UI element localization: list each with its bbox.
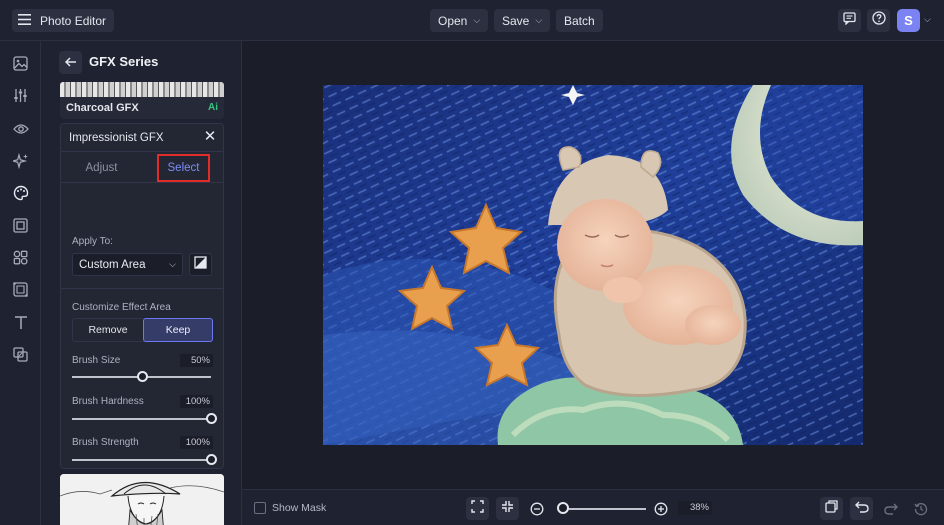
brush-hardness-knob[interactable] [206, 413, 217, 424]
impressionist-gfx-card: Impressionist GFX ✕ Adjust Select Apply … [60, 123, 224, 469]
redo-icon[interactable] [882, 500, 899, 517]
undo-button[interactable] [850, 497, 873, 520]
back-button[interactable] [59, 51, 82, 74]
invert-selection-button[interactable] [189, 253, 212, 276]
compare-icon [825, 499, 838, 518]
palette-icon[interactable] [11, 183, 30, 202]
brush-size-slider[interactable] [72, 371, 211, 382]
sparkle-icon[interactable] [11, 151, 30, 170]
help-icon [871, 11, 886, 30]
frame-icon[interactable] [11, 216, 30, 235]
save-label: Save [502, 13, 530, 28]
texture-icon[interactable] [11, 280, 30, 299]
brush-size-value[interactable]: 50% [180, 354, 213, 367]
zoom-slider-knob[interactable] [557, 502, 569, 514]
overlay-icon[interactable] [11, 345, 30, 364]
apply-to-value: Custom Area [79, 258, 146, 271]
remove-button[interactable]: Remove [73, 319, 143, 341]
account-chevron-icon[interactable]: ⌵ [924, 14, 931, 25]
brush-strength-value[interactable]: 100% [180, 436, 213, 449]
line-art-thumbnail[interactable] [60, 474, 224, 525]
chevron-down-icon: ⌵ [535, 15, 543, 25]
undo-icon [854, 500, 869, 518]
zoom-in-icon[interactable] [652, 500, 669, 517]
feedback-button[interactable] [838, 9, 861, 32]
brush-hardness-label: Brush Hardness [72, 396, 144, 407]
divider [61, 288, 223, 289]
avatar-initial: S [904, 13, 913, 28]
brush-size-knob[interactable] [136, 371, 148, 382]
panel-title: GFX Series [89, 54, 159, 69]
fit-screen-icon [471, 499, 484, 518]
tab-select[interactable]: Select [157, 154, 210, 182]
crop-compare-button[interactable] [820, 497, 843, 520]
charcoal-thumbnail[interactable] [60, 82, 224, 97]
tab-adjust[interactable]: Adjust [61, 153, 142, 182]
batch-label: Batch [564, 13, 595, 28]
show-mask-label: Show Mask [272, 502, 327, 514]
canvas-area[interactable] [242, 41, 944, 489]
zoom-out-icon[interactable] [528, 500, 545, 517]
invert-icon [194, 255, 207, 274]
actual-size-button[interactable] [496, 497, 519, 520]
tool-rail [0, 41, 41, 525]
app-title: Photo Editor [40, 13, 107, 28]
brush-size-label: Brush Size [72, 355, 121, 366]
sliders-icon[interactable] [11, 86, 30, 105]
effect-area-toggle: Remove Keep [72, 318, 213, 342]
brush-hardness-value[interactable]: 100% [180, 395, 213, 408]
elements-icon[interactable] [11, 248, 30, 267]
zoom-value[interactable]: 38% [678, 501, 712, 515]
arrow-left-icon [64, 54, 77, 72]
ai-badge: Ai [208, 102, 218, 113]
history-icon[interactable] [912, 500, 929, 517]
apply-to-label: Apply To: [72, 236, 113, 247]
close-icon[interactable]: ✕ [203, 129, 217, 145]
fit-screen-button[interactable] [466, 497, 489, 520]
open-menu-button[interactable]: Open ⌵ [430, 9, 489, 32]
brush-strength-knob[interactable] [206, 454, 217, 465]
batch-button[interactable]: Batch [556, 9, 603, 32]
avatar[interactable]: S [897, 9, 920, 32]
effects-panel: GFX Series Charcoal GFX Ai Impressionist… [41, 41, 242, 525]
apply-to-dropdown[interactable]: Custom Area ⌵ [72, 253, 183, 276]
chevron-down-icon: ⌵ [473, 15, 481, 25]
brush-hardness-slider[interactable] [72, 413, 217, 424]
app-menu-button[interactable]: Photo Editor [12, 9, 115, 32]
brush-strength-slider[interactable] [72, 454, 217, 465]
eye-icon[interactable] [11, 119, 30, 138]
bottom-toolbar: Show Mask 38% [242, 489, 944, 525]
photo-canvas[interactable] [323, 85, 863, 445]
image-icon[interactable] [11, 54, 30, 73]
show-mask-checkbox[interactable] [254, 502, 266, 514]
card-header: Impressionist GFX ✕ [61, 124, 223, 152]
zoom-slider[interactable] [560, 508, 646, 510]
chevron-down-icon: ⌵ [169, 259, 176, 269]
effect-title: Impressionist GFX [69, 132, 164, 144]
charcoal-gfx-label: Charcoal GFX [66, 102, 139, 114]
top-bar: Photo Editor Open ⌵ Save ⌵ Batch S ⌵ [0, 0, 944, 41]
help-button[interactable] [867, 9, 890, 32]
shrink-icon [501, 500, 514, 518]
customize-area-label: Customize Effect Area [72, 302, 171, 313]
text-icon[interactable] [11, 313, 30, 332]
brush-strength-label: Brush Strength [72, 437, 139, 448]
effect-tabs: Adjust Select [61, 153, 223, 183]
open-label: Open [438, 13, 468, 28]
save-menu-button[interactable]: Save ⌵ [494, 9, 551, 32]
chat-icon [843, 11, 856, 30]
charcoal-gfx-item[interactable]: Charcoal GFX Ai [60, 97, 224, 119]
hamburger-icon [18, 13, 31, 28]
keep-button[interactable]: Keep [143, 318, 213, 342]
